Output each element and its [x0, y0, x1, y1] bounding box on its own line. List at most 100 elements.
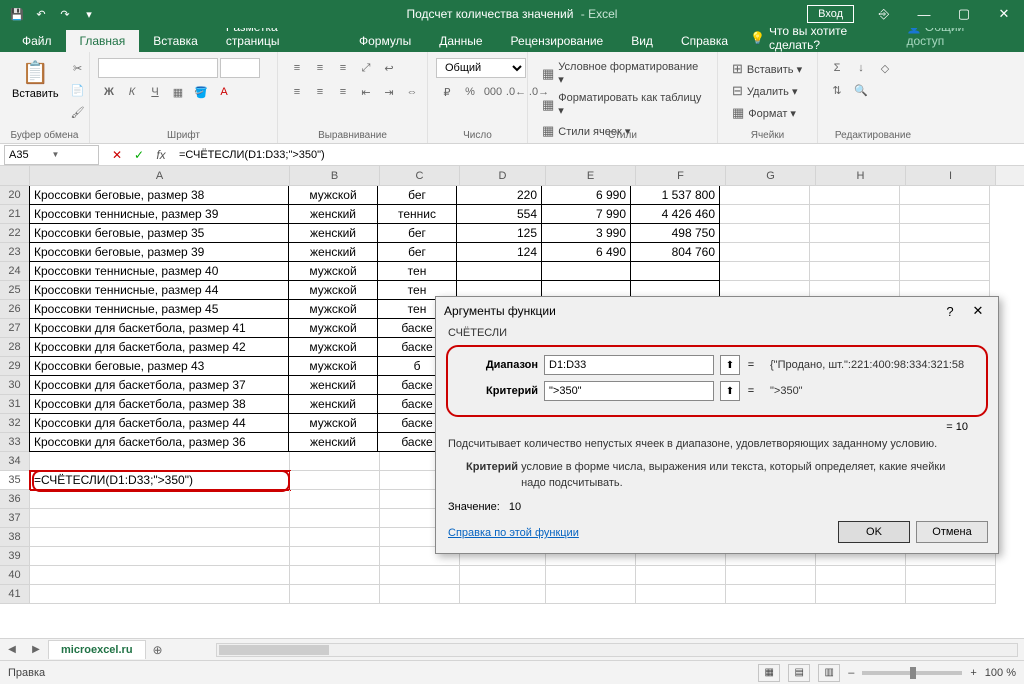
cell[interactable]: 3 990: [541, 223, 631, 243]
cell[interactable]: мужской: [288, 185, 378, 205]
cell[interactable]: бег: [377, 242, 457, 262]
qat-redo-icon[interactable]: ↷: [54, 3, 76, 25]
cell[interactable]: [380, 566, 460, 585]
cell[interactable]: 804 760: [630, 242, 720, 262]
cell[interactable]: [30, 585, 290, 604]
row-header[interactable]: 36: [0, 490, 30, 509]
cell[interactable]: женский: [288, 242, 378, 262]
row-header[interactable]: 28: [0, 338, 30, 357]
row-header[interactable]: 33: [0, 433, 30, 452]
cell[interactable]: Кроссовки для баскетбола, размер 38: [29, 394, 289, 414]
row-header[interactable]: 27: [0, 319, 30, 338]
fx-button[interactable]: fx: [151, 146, 171, 164]
function-help-link[interactable]: Справка по этой функции: [448, 527, 579, 539]
cell[interactable]: [726, 585, 816, 604]
cell[interactable]: 220: [456, 185, 542, 205]
cell[interactable]: [900, 186, 990, 205]
cell[interactable]: [900, 243, 990, 262]
formula-enter-button[interactable]: ✓: [129, 146, 149, 164]
cell[interactable]: 6 490: [541, 242, 631, 262]
cell[interactable]: бег: [377, 223, 457, 243]
italic-button[interactable]: К: [121, 82, 143, 102]
cell[interactable]: 125: [456, 223, 542, 243]
percent-button[interactable]: %: [459, 82, 481, 102]
cell[interactable]: Кроссовки беговые, размер 43: [29, 356, 289, 376]
cell[interactable]: 4 426 460: [630, 204, 720, 224]
cell[interactable]: [290, 566, 380, 585]
cell[interactable]: [541, 261, 631, 281]
cell[interactable]: [290, 585, 380, 604]
cell[interactable]: женский: [288, 223, 378, 243]
row-header[interactable]: 40: [0, 566, 30, 585]
col-header[interactable]: E: [546, 166, 636, 185]
bold-button[interactable]: Ж: [98, 82, 120, 102]
maximize-button[interactable]: ▢: [944, 0, 984, 28]
ok-button[interactable]: OK: [838, 521, 910, 543]
row-header[interactable]: 32: [0, 414, 30, 433]
cell[interactable]: женский: [288, 394, 378, 414]
dialog-close-button[interactable]: ✕: [966, 299, 990, 323]
comma-button[interactable]: 000: [482, 82, 504, 102]
horizontal-scrollbar[interactable]: [216, 643, 1018, 657]
clear-button[interactable]: ◇: [874, 58, 896, 78]
find-button[interactable]: 🔍: [850, 80, 872, 100]
row-header[interactable]: 23: [0, 243, 30, 262]
qat-undo-icon[interactable]: ↶: [30, 3, 52, 25]
zoom-level[interactable]: 100 %: [985, 667, 1016, 679]
copy-button[interactable]: 📄: [67, 80, 89, 100]
format-cells-button[interactable]: ▦Формат ▾: [726, 102, 802, 124]
cell[interactable]: [906, 566, 996, 585]
cell[interactable]: [810, 224, 900, 243]
cell[interactable]: Кроссовки теннисные, размер 44: [29, 280, 289, 300]
currency-button[interactable]: ₽: [436, 82, 458, 102]
cell[interactable]: [720, 243, 810, 262]
col-header[interactable]: G: [726, 166, 816, 185]
cell[interactable]: [30, 547, 290, 566]
cell[interactable]: 554: [456, 204, 542, 224]
close-button[interactable]: ✕: [984, 0, 1024, 28]
cell[interactable]: [630, 261, 720, 281]
orientation-button[interactable]: ⤢: [355, 58, 377, 78]
cell[interactable]: мужской: [288, 261, 378, 281]
formula-bar-input[interactable]: =СЧЁТЕСЛИ(D1:D33;">350"): [175, 149, 1024, 161]
row-header[interactable]: 26: [0, 300, 30, 319]
fill-color-button[interactable]: 🪣: [190, 82, 212, 102]
cell[interactable]: Кроссовки теннисные, размер 40: [29, 261, 289, 281]
zoom-in-button[interactable]: +: [970, 667, 976, 679]
cell[interactable]: Кроссовки теннисные, размер 45: [29, 299, 289, 319]
cell[interactable]: мужской: [288, 337, 378, 357]
cell[interactable]: [546, 566, 636, 585]
arg-range-input[interactable]: [544, 355, 714, 375]
cell[interactable]: Кроссовки для баскетбола, размер 44: [29, 413, 289, 433]
cell[interactable]: 124: [456, 242, 542, 262]
paste-button[interactable]: 📋 Вставить: [8, 58, 63, 102]
row-header[interactable]: 34: [0, 452, 30, 471]
cell[interactable]: [906, 585, 996, 604]
row-header[interactable]: 24: [0, 262, 30, 281]
cell[interactable]: [290, 452, 380, 471]
wrap-text-button[interactable]: ↩: [378, 58, 400, 78]
cell[interactable]: [720, 186, 810, 205]
align-left-button[interactable]: ≡: [286, 82, 308, 102]
cell[interactable]: Кроссовки для баскетбола, размер 41: [29, 318, 289, 338]
cell[interactable]: мужской: [288, 280, 378, 300]
row-header[interactable]: 35: [0, 471, 30, 490]
cell[interactable]: [810, 262, 900, 281]
align-bottom-button[interactable]: ≡: [332, 58, 354, 78]
cell[interactable]: Кроссовки беговые, размер 38: [29, 185, 289, 205]
cell[interactable]: [460, 566, 546, 585]
cell[interactable]: мужской: [288, 356, 378, 376]
cell[interactable]: [30, 509, 290, 528]
qat-save-icon[interactable]: 💾: [6, 3, 28, 25]
tab-home[interactable]: Главная: [66, 30, 140, 52]
normal-view-button[interactable]: ▦: [758, 664, 780, 682]
row-header[interactable]: 22: [0, 224, 30, 243]
cell[interactable]: [30, 490, 290, 509]
formula-cancel-button[interactable]: ✕: [107, 146, 127, 164]
cell[interactable]: [546, 585, 636, 604]
row-header[interactable]: 25: [0, 281, 30, 300]
col-header[interactable]: I: [906, 166, 996, 185]
cell[interactable]: [290, 509, 380, 528]
cancel-button[interactable]: Отмена: [916, 521, 988, 543]
cell[interactable]: [30, 452, 290, 471]
